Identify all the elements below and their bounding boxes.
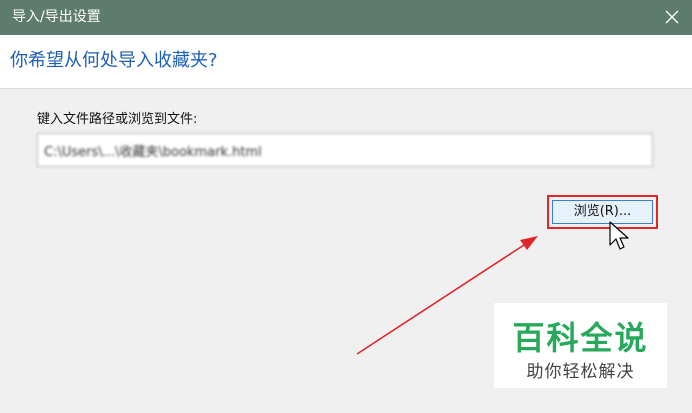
window-title: 导入/导出设置 [12, 9, 101, 25]
path-prompt-label: 键入文件路径或浏览到文件: [37, 112, 198, 127]
watermark-title: 百科全说 [512, 319, 649, 357]
title-bar: 导入/导出设置 [0, 0, 692, 35]
browse-button[interactable]: 浏览(R)... [552, 200, 653, 224]
file-path-input[interactable] [37, 133, 653, 167]
watermark-subtitle: 助你轻松解决 [526, 362, 635, 382]
close-icon[interactable] [662, 7, 682, 27]
dialog-heading: 你希望从何处导入收藏夹? [10, 50, 218, 71]
mouse-pointer-icon [609, 221, 629, 250]
watermark: 百科全说 助你轻松解决 [494, 303, 667, 388]
dialog-header: 你希望从何处导入收藏夹? [0, 35, 692, 89]
